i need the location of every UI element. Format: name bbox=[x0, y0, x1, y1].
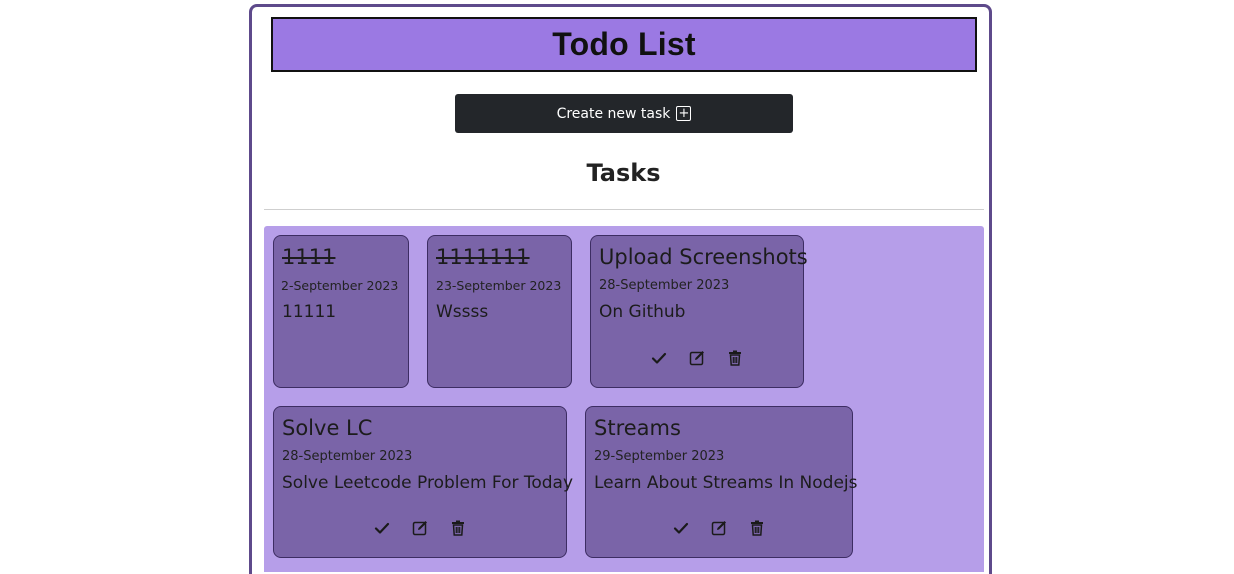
create-task-button[interactable]: Create new task + bbox=[455, 94, 793, 133]
check-icon[interactable] bbox=[373, 519, 391, 537]
task-card: 1111111 23-September 2023 Wssss bbox=[427, 235, 572, 388]
title-bar: Todo List bbox=[271, 17, 977, 72]
task-date: 28-September 2023 bbox=[599, 278, 730, 293]
trash-icon[interactable] bbox=[748, 519, 766, 537]
task-actions bbox=[591, 349, 803, 367]
edit-icon[interactable] bbox=[710, 519, 728, 537]
task-description: Solve Leetcode Problem For Today bbox=[282, 473, 574, 493]
edit-icon[interactable] bbox=[411, 519, 429, 537]
task-date: 2-September 2023 bbox=[281, 278, 399, 293]
task-title: Upload Screenshots bbox=[599, 245, 808, 269]
check-icon[interactable] bbox=[672, 519, 690, 537]
plus-square-icon: + bbox=[676, 106, 692, 121]
divider bbox=[264, 209, 984, 210]
edit-icon[interactable] bbox=[688, 349, 706, 367]
tasks-list: 1111 2-September 2023 11111 1111111 23-S… bbox=[264, 226, 984, 572]
task-description: 11111 bbox=[282, 302, 337, 322]
trash-icon[interactable] bbox=[449, 519, 467, 537]
task-card: Upload Screenshots 28-September 2023 On … bbox=[590, 235, 808, 388]
task-card: Streams 29-September 2023 Learn About St… bbox=[585, 406, 858, 558]
task-title: 1111111 bbox=[436, 245, 530, 269]
check-icon[interactable] bbox=[650, 349, 668, 367]
task-description: Learn About Streams In Nodejs bbox=[594, 473, 858, 493]
tasks-heading: Tasks bbox=[586, 159, 661, 187]
task-title: 1111 bbox=[282, 245, 336, 269]
create-task-label: Create new task bbox=[556, 105, 671, 122]
task-date: 29-September 2023 bbox=[594, 449, 725, 464]
task-description: Wssss bbox=[436, 302, 489, 322]
page-title: Todo List bbox=[552, 26, 696, 62]
task-description: On Github bbox=[599, 302, 686, 322]
task-title: Solve LC bbox=[282, 416, 373, 440]
todo-app-container: Todo List Create new task + Tasks 1111 2… bbox=[249, 4, 992, 574]
task-date: 23-September 2023 bbox=[436, 278, 562, 293]
task-card: 1111 2-September 2023 11111 bbox=[273, 235, 409, 388]
trash-icon[interactable] bbox=[726, 349, 744, 367]
task-title: Streams bbox=[594, 416, 681, 440]
task-date: 28-September 2023 bbox=[282, 449, 413, 464]
task-card: Solve LC 28-September 2023 Solve Leetcod… bbox=[273, 406, 574, 558]
task-actions bbox=[586, 519, 852, 537]
task-actions bbox=[274, 519, 566, 537]
